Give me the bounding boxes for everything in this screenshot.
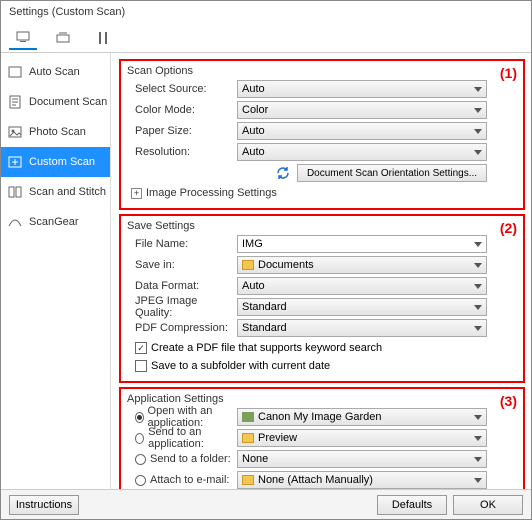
save-in-value: Documents bbox=[258, 259, 314, 271]
pdf-compression-value: Standard bbox=[242, 322, 287, 334]
send-folder-value: None bbox=[242, 453, 268, 465]
file-name-input[interactable]: IMG bbox=[237, 235, 487, 253]
image-processing-label: Image Processing Settings bbox=[146, 187, 277, 199]
send-app-label: Send to an application: bbox=[148, 426, 237, 450]
paper-size-label: Paper Size: bbox=[127, 125, 237, 137]
send-folder-dropdown[interactable]: None bbox=[237, 450, 487, 468]
ok-button[interactable]: OK bbox=[453, 495, 523, 515]
jpeg-quality-value: Standard bbox=[242, 301, 287, 313]
sidebar-item-label: Auto Scan bbox=[29, 66, 80, 78]
data-format-dropdown[interactable]: Auto bbox=[237, 277, 487, 295]
keyword-search-checkbox[interactable]: ✓ bbox=[135, 342, 147, 354]
sidebar-item-scangear[interactable]: ScanGear bbox=[1, 207, 110, 237]
toolbar bbox=[1, 23, 531, 53]
subfolder-checkbox[interactable] bbox=[135, 360, 147, 372]
send-folder-radio[interactable] bbox=[135, 454, 146, 465]
data-format-value: Auto bbox=[242, 280, 265, 292]
group-number: (3) bbox=[500, 393, 517, 409]
attach-email-label: Attach to e-mail: bbox=[150, 474, 229, 486]
attach-email-radio[interactable] bbox=[135, 475, 146, 486]
send-app-value: Preview bbox=[258, 432, 297, 444]
subfolder-label: Save to a subfolder with current date bbox=[151, 360, 330, 372]
pdf-compression-dropdown[interactable]: Standard bbox=[237, 319, 487, 337]
refresh-icon[interactable] bbox=[275, 165, 291, 181]
sidebar-item-label: Custom Scan bbox=[29, 156, 95, 168]
open-with-radio[interactable] bbox=[135, 412, 144, 423]
color-mode-dropdown[interactable]: Color bbox=[237, 101, 487, 119]
plus-icon: + bbox=[131, 188, 142, 199]
keyword-search-label: Create a PDF file that supports keyword … bbox=[151, 342, 382, 354]
sidebar: Auto Scan Document Scan Photo Scan Custo… bbox=[1, 53, 111, 489]
footer: Instructions Defaults OK bbox=[1, 489, 531, 519]
sidebar-item-custom-scan[interactable]: Custom Scan bbox=[1, 147, 110, 177]
file-name-label: File Name: bbox=[127, 238, 237, 250]
window-title: Settings (Custom Scan) bbox=[1, 1, 531, 23]
resolution-dropdown[interactable]: Auto bbox=[237, 143, 487, 161]
folder-icon bbox=[242, 260, 254, 270]
send-app-radio[interactable] bbox=[135, 433, 144, 444]
group-number: (1) bbox=[500, 65, 517, 81]
sidebar-item-photo-scan[interactable]: Photo Scan bbox=[1, 117, 110, 147]
tab-scan-from-computer[interactable] bbox=[9, 26, 37, 50]
sidebar-item-label: Document Scan bbox=[29, 96, 107, 108]
paper-size-value: Auto bbox=[242, 125, 265, 137]
scan-options-title: Scan Options bbox=[127, 65, 517, 77]
jpeg-quality-dropdown[interactable]: Standard bbox=[237, 298, 487, 316]
save-in-label: Save in: bbox=[127, 259, 237, 271]
paper-size-dropdown[interactable]: Auto bbox=[237, 122, 487, 140]
attach-email-dropdown[interactable]: None (Attach Manually) bbox=[237, 471, 487, 489]
send-app-dropdown[interactable]: Preview bbox=[237, 429, 487, 447]
select-source-label: Select Source: bbox=[127, 83, 237, 95]
data-format-label: Data Format: bbox=[127, 280, 237, 292]
select-source-value: Auto bbox=[242, 83, 265, 95]
select-source-dropdown[interactable]: Auto bbox=[237, 80, 487, 98]
sidebar-item-label: ScanGear bbox=[29, 216, 79, 228]
resolution-label: Resolution: bbox=[127, 146, 237, 158]
send-folder-label: Send to a folder: bbox=[150, 453, 231, 465]
save-in-dropdown[interactable]: Documents bbox=[237, 256, 487, 274]
sidebar-item-label: Photo Scan bbox=[29, 126, 86, 138]
save-settings-group: (2) Save Settings File Name: IMG Save in:… bbox=[119, 214, 525, 383]
resolution-value: Auto bbox=[242, 146, 265, 158]
app-icon bbox=[242, 412, 254, 422]
file-name-value: IMG bbox=[242, 238, 263, 250]
sidebar-item-document-scan[interactable]: Document Scan bbox=[1, 87, 110, 117]
orientation-settings-button[interactable]: Document Scan Orientation Settings... bbox=[297, 164, 487, 182]
instructions-button[interactable]: Instructions bbox=[9, 495, 79, 515]
image-processing-expander[interactable]: + Image Processing Settings bbox=[127, 184, 517, 202]
open-with-value: Canon My Image Garden bbox=[258, 411, 382, 423]
tab-scan-from-panel[interactable] bbox=[49, 26, 77, 50]
application-settings-title: Application Settings bbox=[127, 393, 517, 405]
color-mode-label: Color Mode: bbox=[127, 104, 237, 116]
group-number: (2) bbox=[500, 220, 517, 236]
defaults-button[interactable]: Defaults bbox=[377, 495, 447, 515]
application-settings-group: (3) Application Settings Open with an ap… bbox=[119, 387, 525, 489]
folder-icon bbox=[242, 433, 254, 443]
sidebar-item-label: Scan and Stitch bbox=[29, 186, 106, 198]
sidebar-item-auto-scan[interactable]: Auto Scan bbox=[1, 57, 110, 87]
pdf-compression-label: PDF Compression: bbox=[127, 322, 237, 334]
tab-general-settings[interactable] bbox=[89, 26, 117, 50]
sidebar-item-scan-stitch[interactable]: Scan and Stitch bbox=[1, 177, 110, 207]
scan-options-group: (1) Scan Options Select Source: Auto Colo… bbox=[119, 59, 525, 210]
jpeg-quality-label: JPEG Image Quality: bbox=[127, 295, 237, 319]
save-settings-title: Save Settings bbox=[127, 220, 517, 232]
open-with-dropdown[interactable]: Canon My Image Garden bbox=[237, 408, 487, 426]
folder-icon bbox=[242, 475, 254, 485]
attach-email-value: None (Attach Manually) bbox=[258, 474, 373, 486]
color-mode-value: Color bbox=[242, 104, 268, 116]
